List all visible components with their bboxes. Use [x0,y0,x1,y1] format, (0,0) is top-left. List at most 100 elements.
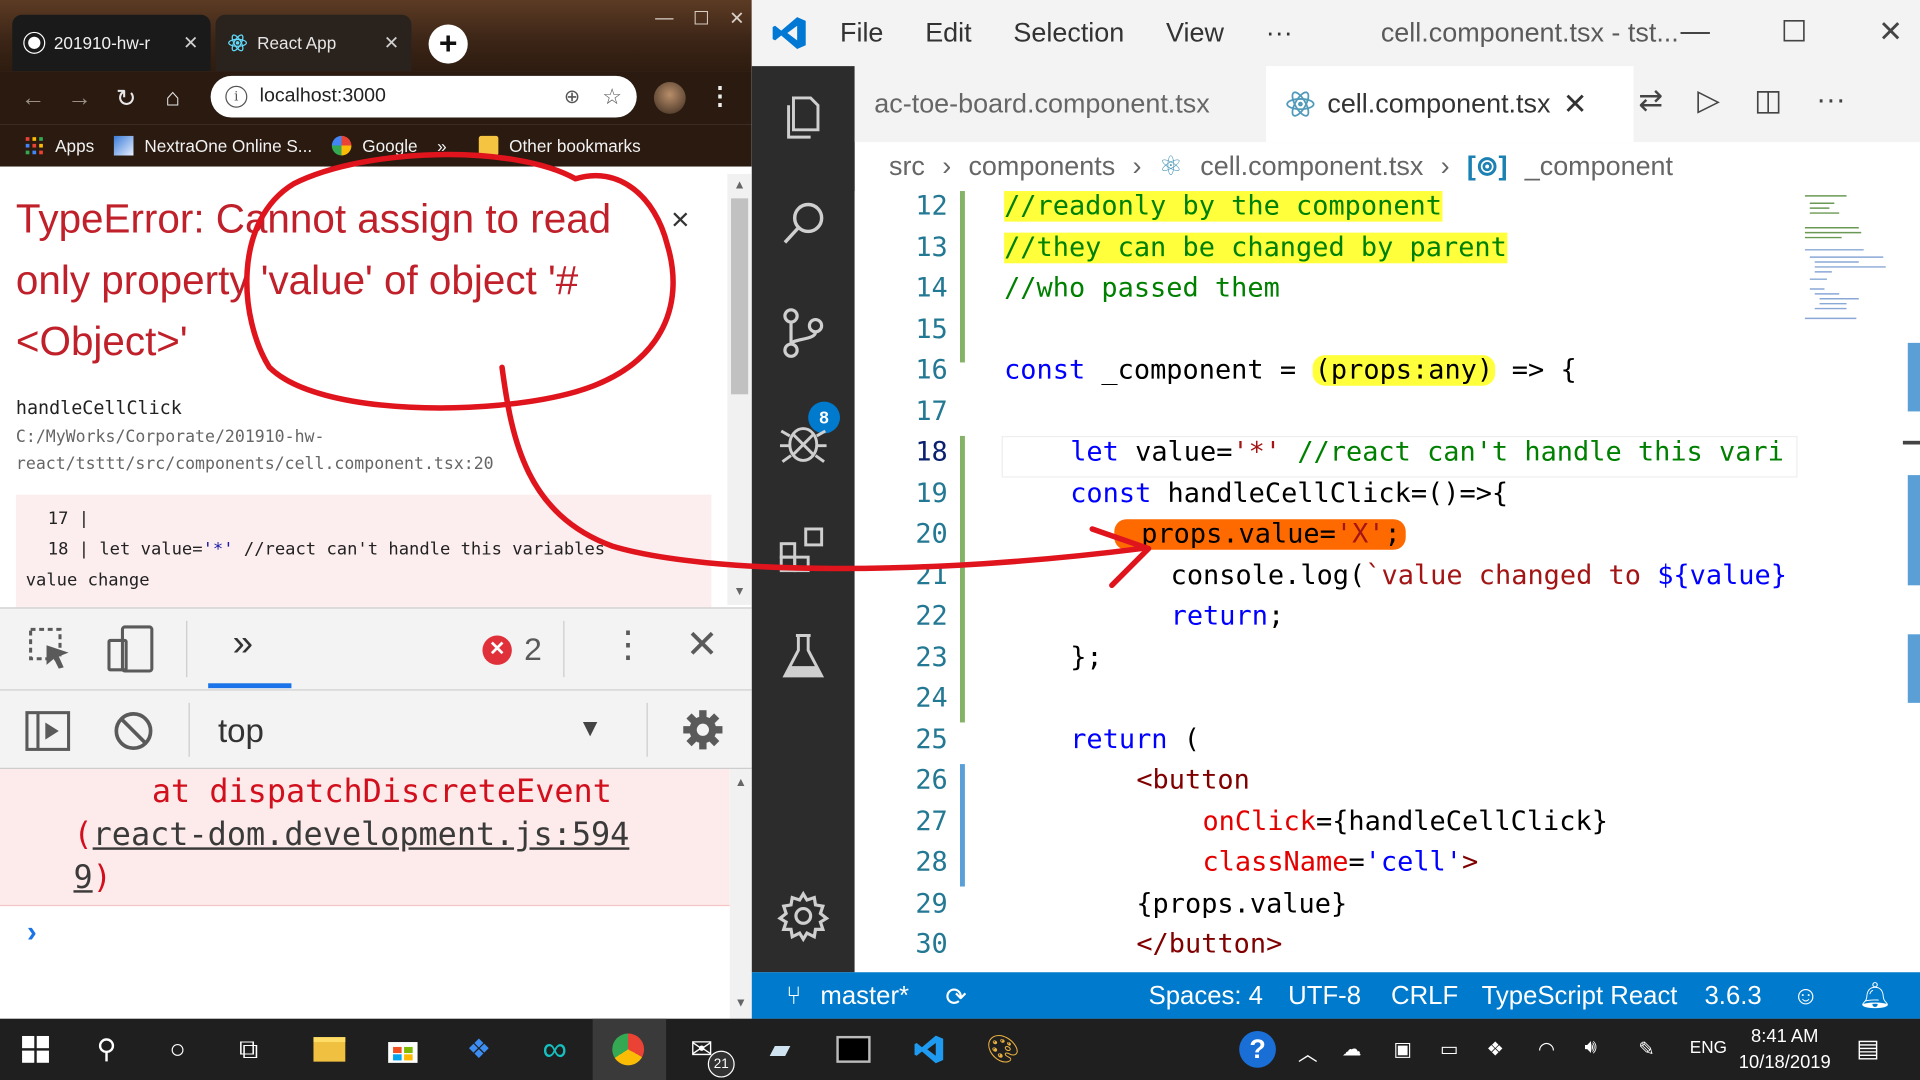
pen-icon[interactable]: ✎ [1638,1037,1654,1061]
run-icon[interactable]: ▷ [1697,83,1720,119]
chrome-menu-icon[interactable]: ⋮ [708,81,732,112]
flask-icon[interactable] [776,629,830,683]
source-link[interactable]: react-dom.development.js:594 [93,817,630,854]
file-explorer-icon[interactable] [309,1029,351,1071]
forward-icon[interactable]: → [56,84,103,112]
dropbox-icon[interactable]: ❖ [458,1029,500,1071]
status-branch[interactable]: master* [820,982,909,1011]
maximize-button[interactable]: ☐ [693,7,709,30]
status-ts-version[interactable]: 3.6.3 [1705,982,1762,1011]
clock[interactable]: 8:41 AM 10/18/2019 [1739,1024,1831,1075]
debug-icon[interactable] [776,414,830,468]
clear-console-icon[interactable] [113,710,155,752]
bookmark-google[interactable]: Google [331,135,418,156]
close-window-button[interactable]: ✕ [729,7,744,30]
profile-avatar[interactable] [653,82,686,114]
split-editor-icon[interactable]: ◫ [1754,83,1782,119]
tab-close-button[interactable]: ✕ [1563,86,1588,122]
store-icon[interactable] [382,1029,424,1071]
paint-icon[interactable]: 🎨︎ [982,1029,1024,1071]
status-language[interactable]: TypeScript React [1482,982,1678,1011]
explorer-icon[interactable] [776,88,830,142]
start-button[interactable] [15,1029,57,1071]
chrome-taskbar-icon[interactable] [607,1029,649,1071]
scroll-up-icon[interactable]: ▲ [733,179,745,192]
terminal-icon[interactable] [833,1029,875,1071]
compare-changes-icon[interactable]: ⇄ [1638,83,1663,119]
volume-icon[interactable]: 🔊︎ [1585,1037,1597,1059]
bookmark-overflow[interactable]: » [437,136,447,156]
scroll-down-icon[interactable]: ▼ [733,585,745,598]
tab-tic-tac-toe-board[interactable]: ac-toe-board.component.tsx [855,66,1266,142]
status-encoding[interactable]: UTF-8 [1288,982,1361,1011]
page-scrollbar[interactable]: ▲ ▼ [727,173,752,605]
search-icon[interactable]: ⚲ [86,1029,128,1071]
sidebar-toggle-icon[interactable] [24,710,71,752]
console-scrollbar[interactable]: ▲ ▼ [729,768,752,1019]
tab-github[interactable]: 201910-hw-r ✕ [12,14,211,72]
context-select[interactable]: top [218,713,264,751]
device-toolbar-icon[interactable] [105,623,156,674]
error-path[interactable]: C:/MyWorks/Corporate/201910-hw-react/tst… [16,424,653,478]
breadcrumb-components[interactable]: components [968,151,1115,182]
minimize-button[interactable]: — [655,7,673,29]
home-icon[interactable]: ⌂ [149,84,196,112]
reload-icon[interactable]: ↻ [103,83,150,114]
git-branch-icon[interactable]: ⑂ [786,982,801,1011]
notifications-bell-icon[interactable]: 🔔︎ [1859,982,1892,1011]
bookmark-apps[interactable]: Apps [24,136,94,156]
onedrive-icon[interactable]: ☁ [1342,1037,1362,1061]
console-prompt[interactable]: › [27,916,37,950]
action-center-icon[interactable]: ▤ [1856,1033,1879,1064]
info-icon[interactable]: i [225,85,248,108]
cortana-icon[interactable]: ○ [157,1029,199,1071]
bookmark-nextraone[interactable]: NextraOne Online S... [113,135,312,156]
scroll-thumb[interactable] [731,198,749,395]
breadcrumb-file[interactable]: cell.component.tsx [1200,151,1423,182]
tab-close-button[interactable]: ✕ [183,32,198,54]
minimize-button[interactable]: — [1680,15,1709,51]
notes-icon[interactable]: ▰ [759,1029,801,1071]
new-tab-button[interactable]: + [428,24,468,64]
minimap[interactable] [1797,191,1903,973]
close-window-button[interactable]: ✕ [1878,15,1903,51]
breadcrumb-symbol[interactable]: _component [1525,151,1673,182]
dropdown-icon[interactable]: ▼ [578,715,602,743]
address-bar[interactable]: i localhost:3000 ⊕ ☆ [210,75,637,118]
inspect-element-icon[interactable] [27,626,74,673]
editor-scrollbar[interactable] [1902,191,1920,973]
close-devtools-icon[interactable]: ✕ [686,621,719,668]
more-tabs-icon[interactable]: » [233,623,253,665]
bookmark-other[interactable]: Other bookmarks [478,135,641,156]
gear-icon[interactable] [681,708,725,752]
tray-app-icon[interactable]: ▣ [1393,1037,1412,1061]
back-icon[interactable]: ← [10,84,57,112]
vscode-taskbar-icon[interactable] [909,1029,951,1071]
feedback-smiley-icon[interactable]: ☺ [1793,982,1819,1011]
sync-icon[interactable]: ⟳ [945,982,967,1013]
settings-gear-icon[interactable] [776,889,830,943]
more-actions-icon[interactable]: ··· [1816,83,1845,119]
extensions-icon[interactable] [776,522,830,576]
language-indicator[interactable]: ENG [1690,1037,1727,1057]
menu-more[interactable]: ··· [1266,17,1293,48]
tab-close-button[interactable]: ✕ [384,32,399,54]
arduino-icon[interactable]: ∞ [534,1029,576,1071]
zoom-icon[interactable]: ⊕ [564,84,580,108]
wifi-icon[interactable]: ◠ [1538,1037,1555,1061]
status-eol[interactable]: CRLF [1391,982,1458,1011]
scroll-down-icon[interactable]: ▼ [735,997,747,1010]
scroll-up-icon[interactable]: ▲ [735,776,747,789]
code-editor[interactable]: 12 13 14 15 16 17 18 19 20 21 22 23 24 25 26 27 28 29 30 /… [854,191,1798,973]
battery-icon[interactable]: ▭ [1440,1037,1459,1061]
task-view-icon[interactable]: ⧉ [228,1029,270,1071]
menu-view[interactable]: View [1166,17,1224,48]
source-control-icon[interactable] [776,306,830,360]
breadcrumb-src[interactable]: src [889,151,925,182]
error-counter[interactable]: ✕ 2 [482,631,542,669]
menu-file[interactable]: File [840,17,883,48]
tab-cell-component[interactable]: cell.component.tsx ✕ [1266,66,1634,143]
status-spaces[interactable]: Spaces: 4 [1149,982,1263,1011]
menu-selection[interactable]: Selection [1013,17,1124,48]
tab-react-app[interactable]: React App ✕ [215,14,412,72]
